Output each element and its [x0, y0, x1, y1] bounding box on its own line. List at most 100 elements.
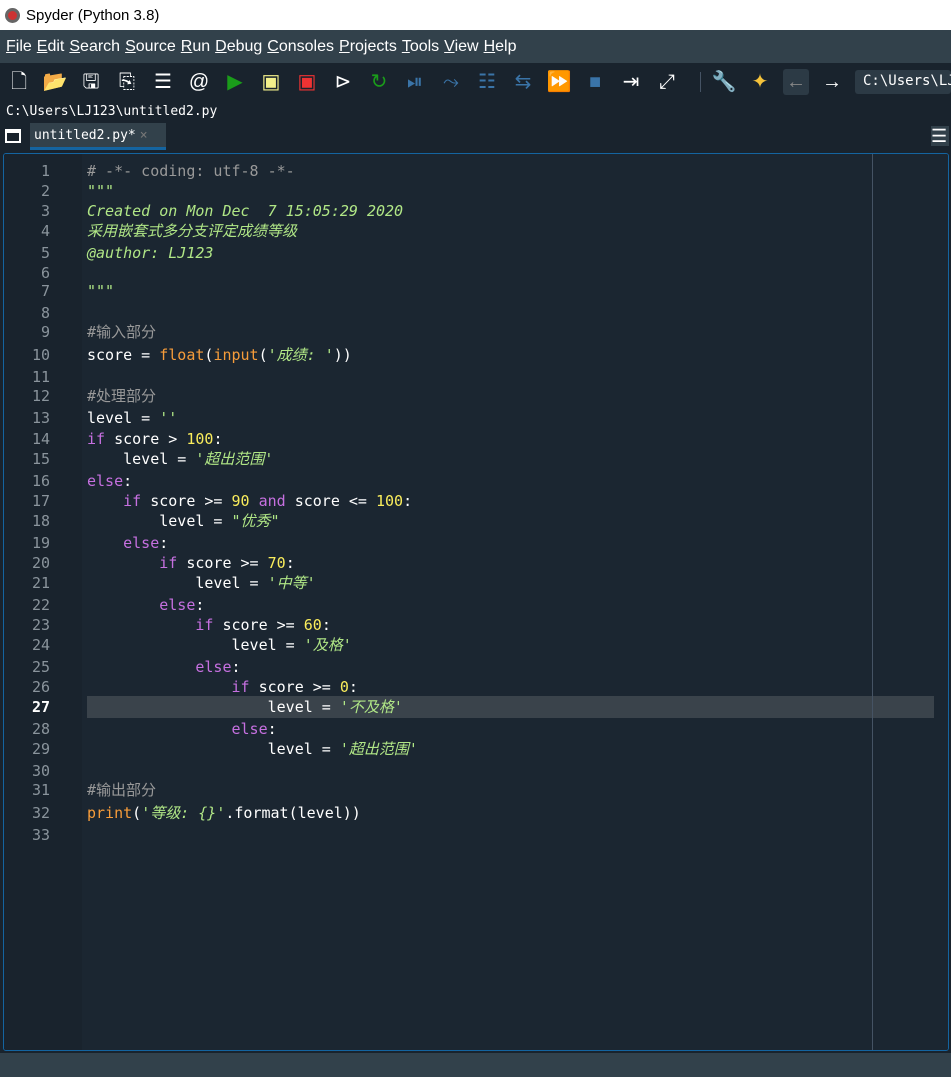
new-file-icon[interactable]: 🗋	[6, 69, 32, 95]
menu-help[interactable]: Help	[484, 38, 517, 56]
save-icon[interactable]: 🖫	[78, 69, 104, 95]
token-code-text: score >	[105, 430, 187, 448]
token-code-text: :	[195, 596, 205, 614]
at-sign-icon[interactable]: @	[186, 69, 212, 95]
token-docstring: @author: LJ123	[87, 244, 214, 262]
stop-icon[interactable]: ■	[582, 69, 608, 95]
token-keyword: else	[87, 472, 124, 490]
token-code-text: :	[267, 720, 277, 738]
code-line[interactable]: else:	[87, 595, 204, 615]
code-line[interactable]: @author: LJ123	[87, 243, 213, 263]
line-number: 27	[31, 698, 50, 716]
code-line[interactable]: """	[87, 281, 114, 301]
token-code-text	[87, 616, 195, 634]
code-line[interactable]: level = '不及格'	[87, 697, 403, 717]
code-line[interactable]: # -*- coding: utf-8 -*-	[87, 161, 295, 181]
line-number: 7	[40, 282, 50, 300]
menu-run[interactable]: Run	[181, 38, 210, 56]
code-line[interactable]: #输出部分	[87, 780, 156, 800]
step-into-icon[interactable]: ☷	[474, 69, 500, 95]
browse-tabs-icon[interactable]	[5, 129, 21, 143]
step-icon[interactable]: ⤳	[438, 69, 464, 95]
menu-search[interactable]: Search	[69, 38, 120, 56]
code-line[interactable]: if score >= 70:	[87, 553, 294, 573]
menu-view[interactable]: View	[444, 38, 478, 56]
code-line[interactable]: level = ''	[87, 408, 177, 428]
step-return-icon[interactable]: ⇆	[510, 69, 536, 95]
token-code-text	[87, 534, 123, 552]
rerun-icon[interactable]: ↻	[366, 69, 392, 95]
continue-icon[interactable]: ⏩	[546, 69, 572, 95]
code-line[interactable]: level = '及格'	[87, 635, 351, 655]
tab-untitled2[interactable]: untitled2.py* ×	[30, 123, 166, 150]
open-folder-icon[interactable]: 📂	[42, 69, 68, 95]
code-line[interactable]: if score >= 0:	[87, 677, 358, 697]
code-line[interactable]: else:	[87, 657, 241, 677]
python-path-icon[interactable]: ✦	[747, 69, 773, 95]
code-line[interactable]: #处理部分	[87, 386, 156, 406]
line-number: 16	[31, 472, 50, 490]
back-arrow-icon[interactable]: ←	[783, 69, 809, 95]
menu-consoles[interactable]: Consoles	[267, 38, 334, 56]
run-icon[interactable]: ▶	[222, 69, 248, 95]
options-menu-icon[interactable]: ☰	[931, 126, 949, 146]
menu-source[interactable]: Source	[125, 38, 176, 56]
save-all-icon[interactable]: ⎘	[114, 69, 140, 95]
line-number: 11	[31, 368, 50, 386]
code-line[interactable]: score = float(input('成绩: '))	[87, 345, 352, 365]
run-selection-icon[interactable]: ⊳	[330, 69, 356, 95]
forward-arrow-icon[interactable]: →	[819, 69, 845, 95]
token-code-text: level =	[87, 740, 340, 758]
run-cell-icon[interactable]: ▣	[258, 69, 284, 95]
code-area[interactable]: # -*- coding: utf-8 -*- """ Created on Mon…	[82, 154, 948, 1050]
menu-tools[interactable]: Tools	[402, 38, 439, 56]
menu-debug[interactable]: Debug	[215, 38, 262, 56]
debug-icon[interactable]: ⏯	[402, 69, 428, 95]
maximize-pane-icon[interactable]: ⇥	[618, 69, 644, 95]
line-number: 26	[31, 678, 50, 696]
token-code-text	[87, 596, 159, 614]
line-number: 28	[31, 720, 50, 738]
code-line[interactable]: else:	[87, 471, 132, 491]
line-number: 2	[40, 182, 50, 200]
code-line[interactable]: else:	[87, 533, 168, 553]
code-line[interactable]: print('等级: {}'.format(level))	[87, 803, 361, 823]
code-line[interactable]: if score >= 90 and score <= 100:	[87, 491, 412, 511]
code-line[interactable]: Created on Mon Dec 7 15:05:29 2020	[87, 201, 403, 221]
menu-projects[interactable]: Projects	[339, 38, 397, 56]
code-line[interactable]: level = "优秀"	[87, 511, 279, 531]
code-line[interactable]: if score >= 60:	[87, 615, 330, 635]
token-string: '成绩: '	[267, 346, 334, 364]
line-number: 17	[31, 492, 50, 510]
working-directory-combo[interactable]: C:\Users\LJ123	[855, 70, 951, 94]
code-line[interactable]: level = '中等'	[87, 573, 316, 593]
fullscreen-icon[interactable]: ⤢	[654, 69, 680, 95]
code-line[interactable]: #输入部分	[87, 322, 156, 342]
wrench-icon[interactable]: 🔧	[711, 69, 737, 95]
line-number: 9	[40, 323, 50, 341]
close-tab-icon[interactable]: ×	[140, 128, 148, 143]
token-code-text	[87, 720, 232, 738]
token-keyword: if	[195, 616, 214, 634]
line-number: 6	[40, 264, 50, 282]
code-line[interactable]: """	[87, 181, 114, 201]
code-line[interactable]: else:	[87, 719, 277, 739]
outline-list-icon[interactable]: ☰	[150, 69, 176, 95]
code-line[interactable]: if score > 100:	[87, 429, 222, 449]
run-cell-advance-icon[interactable]: ▣	[294, 69, 320, 95]
token-comment: #处理部分	[87, 387, 157, 405]
token-string: '中等'	[267, 574, 316, 592]
token-code-text: score >=	[249, 678, 340, 696]
menu-file[interactable]: File	[6, 38, 32, 56]
menu-edit[interactable]: Edit	[37, 38, 65, 56]
code-line[interactable]: level = '超出范围'	[87, 449, 273, 469]
token-string: '超出范围'	[195, 450, 274, 468]
line-number: 25	[31, 658, 50, 676]
token-number: 60	[303, 616, 322, 634]
code-line[interactable]: 采用嵌套式多分支评定成绩等级	[87, 221, 297, 241]
token-builtin: print	[87, 804, 133, 822]
token-code-text: (	[258, 346, 268, 364]
token-code-text: :	[231, 658, 241, 676]
code-editor[interactable]: 1 2 3 4 5 6 7 8 9 10 11 12 13 14 15 16 17 18 19 20 21 22 23 24 2…	[3, 153, 949, 1051]
code-line[interactable]: level = '超出范围'	[87, 739, 418, 759]
